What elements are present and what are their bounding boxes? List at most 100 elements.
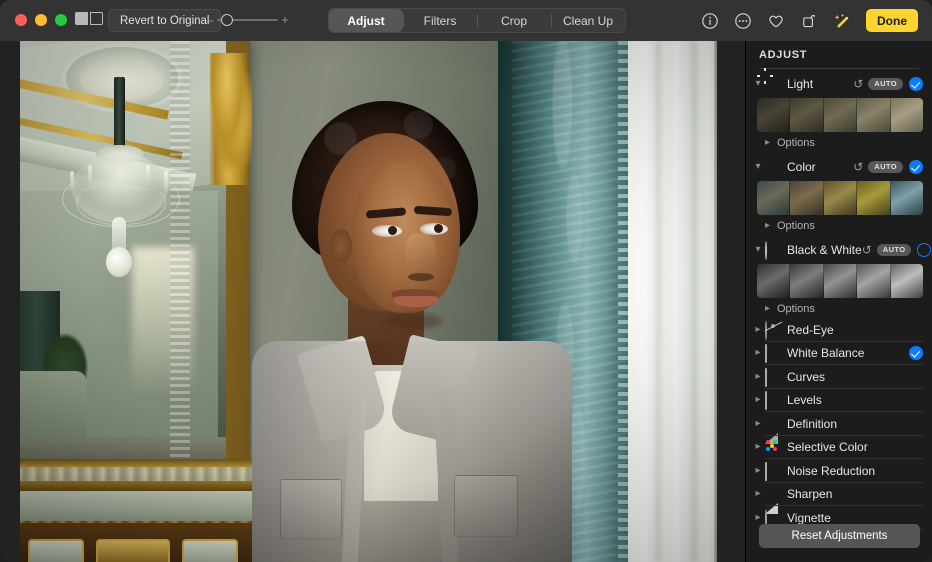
done-button[interactable]: Done [866, 9, 918, 32]
bw-thumbnail[interactable] [757, 264, 789, 298]
color-options[interactable]: ▸ Options [746, 216, 932, 235]
sidebar-item-red-eye[interactable]: ▸ Red-Eye [746, 318, 932, 342]
bw-thumbnail[interactable] [789, 264, 822, 298]
sidebar-item-curves[interactable]: ▸ Curves [746, 365, 932, 389]
chevron-down-icon[interactable]: ▾ [751, 245, 765, 255]
color-thumbnail[interactable] [856, 181, 889, 215]
reset-light-icon[interactable]: ↺ [853, 78, 863, 90]
sidebar-item-definition[interactable]: ▸ Definition [746, 412, 932, 436]
sidebar-item-noise-reduction[interactable]: ▸ Noise Reduction [746, 459, 932, 483]
black-and-white-options[interactable]: ▸ Options [746, 299, 932, 318]
info-icon[interactable] [701, 12, 719, 30]
section-black-and-white[interactable]: ▾ Black & White ↺ AUTO [746, 238, 932, 262]
light-thumbnail[interactable] [823, 98, 856, 132]
close-button[interactable] [15, 14, 27, 26]
auto-light-button[interactable]: AUTO [868, 78, 903, 90]
title-divider [759, 68, 919, 69]
eye-slash-icon [765, 322, 781, 338]
section-color-label: Color [787, 160, 853, 174]
reset-black-and-white-icon[interactable]: ↺ [862, 244, 872, 256]
mirror-reflection [20, 41, 226, 473]
subject-eye-left [372, 225, 402, 237]
chevron-right-icon[interactable]: ▸ [751, 372, 765, 382]
bw-thumbnail[interactable] [823, 264, 856, 298]
black-and-white-variant-strip[interactable] [757, 264, 923, 298]
reset-adjustments-button[interactable]: Reset Adjustments [759, 524, 920, 548]
section-black-and-white-label: Black & White [787, 243, 862, 257]
toggle-color[interactable] [909, 160, 923, 174]
chevron-right-icon[interactable]: ▸ [751, 395, 765, 405]
toggle-black-and-white[interactable] [917, 243, 931, 257]
photo-canvas[interactable] [0, 41, 745, 562]
enhance-wand-icon[interactable] [833, 12, 851, 30]
chandelier-orb [106, 247, 132, 277]
light-options[interactable]: ▸ Options [746, 133, 932, 152]
reset-color-icon[interactable]: ↺ [853, 161, 863, 173]
chevron-down-icon[interactable]: ▾ [751, 162, 765, 172]
sidebar-item-sharpen[interactable]: ▸ Sharpen [746, 483, 932, 507]
zoom-in-label[interactable]: + [280, 14, 290, 26]
chevron-right-icon[interactable]: ▸ [751, 442, 765, 452]
toolbar-actions: Done [701, 8, 918, 33]
chevron-right-icon[interactable]: ▸ [765, 221, 777, 231]
chevron-right-icon[interactable]: ▸ [751, 325, 765, 335]
tab-crop[interactable]: Crop [477, 9, 551, 32]
chevron-right-icon[interactable]: ▸ [751, 489, 765, 499]
tab-adjust[interactable]: Adjust [329, 9, 403, 32]
zoom-slider-thumb[interactable] [221, 14, 233, 26]
chevron-right-icon[interactable]: ▸ [765, 304, 777, 314]
light-thumbnail[interactable] [856, 98, 889, 132]
chevron-right-icon[interactable]: ▸ [751, 466, 765, 476]
maximize-button[interactable] [55, 14, 67, 26]
toggle-white-balance[interactable] [909, 346, 923, 360]
section-color[interactable]: ▾ Color ↺ AUTO [746, 155, 932, 179]
light-thumbnail[interactable] [890, 98, 923, 132]
sharpen-icon [765, 486, 781, 502]
subject-ear [330, 229, 352, 263]
tab-filters[interactable]: Filters [403, 9, 477, 32]
zoom-slider-track[interactable] [217, 13, 278, 27]
tab-clean-up[interactable]: Clean Up [551, 9, 625, 32]
subject-pupil-right [434, 224, 443, 233]
black-and-white-options-label: Options [777, 303, 815, 315]
light-thumbnail[interactable] [789, 98, 822, 132]
tab-filters-label: Filters [424, 14, 457, 28]
mirror-frame [20, 41, 250, 501]
reset-adjustments-label: Reset Adjustments [792, 530, 888, 542]
color-thumbnail[interactable] [757, 181, 789, 215]
toggle-light[interactable] [909, 77, 923, 91]
color-variant-strip[interactable] [757, 181, 923, 215]
color-thumbnail[interactable] [823, 181, 856, 215]
chevron-right-icon[interactable]: ▸ [765, 138, 777, 148]
auto-black-and-white-button[interactable]: AUTO [877, 244, 912, 256]
section-light[interactable]: ▾ Light ↺ AUTO [746, 72, 932, 96]
chevron-right-icon[interactable]: ▸ [751, 513, 765, 523]
sidebar-item-curves-label: Curves [787, 370, 923, 384]
more-options-icon[interactable] [734, 12, 752, 30]
color-thumbnail[interactable] [890, 181, 923, 215]
minimize-button[interactable] [35, 14, 47, 26]
favorite-heart-icon[interactable] [767, 12, 785, 30]
bw-thumbnail[interactable] [856, 264, 889, 298]
chandelier-candle [70, 171, 74, 191]
sidebar-item-levels[interactable]: ▸ Levels [746, 389, 932, 413]
chevron-down-icon[interactable]: ▾ [751, 79, 765, 89]
split-view-icon[interactable] [75, 12, 103, 25]
chevron-right-icon[interactable]: ▸ [751, 348, 765, 358]
sidebar-item-white-balance[interactable]: ▸ White Balance [746, 342, 932, 366]
chevron-right-icon[interactable]: ▸ [751, 419, 765, 429]
auto-color-button[interactable]: AUTO [868, 161, 903, 173]
edited-photo[interactable] [20, 41, 717, 562]
subject-nostrils [408, 273, 434, 281]
color-thumbnail[interactable] [789, 181, 822, 215]
noise-reduction-icon [765, 463, 781, 479]
light-thumbnail[interactable] [757, 98, 789, 132]
adjust-sidebar: ADJUST ▾ Light ↺ AUTO ▸ Options ▾ Color [745, 41, 932, 562]
zoom-slider[interactable]: – + [205, 13, 290, 27]
split-view-filled-half [75, 12, 88, 25]
bw-thumbnail[interactable] [890, 264, 923, 298]
zoom-out-label[interactable]: – [205, 14, 215, 26]
sidebar-item-selective-color[interactable]: ▸ Selective Color [746, 436, 932, 460]
light-variant-strip[interactable] [757, 98, 923, 132]
rotate-icon[interactable] [800, 12, 818, 30]
